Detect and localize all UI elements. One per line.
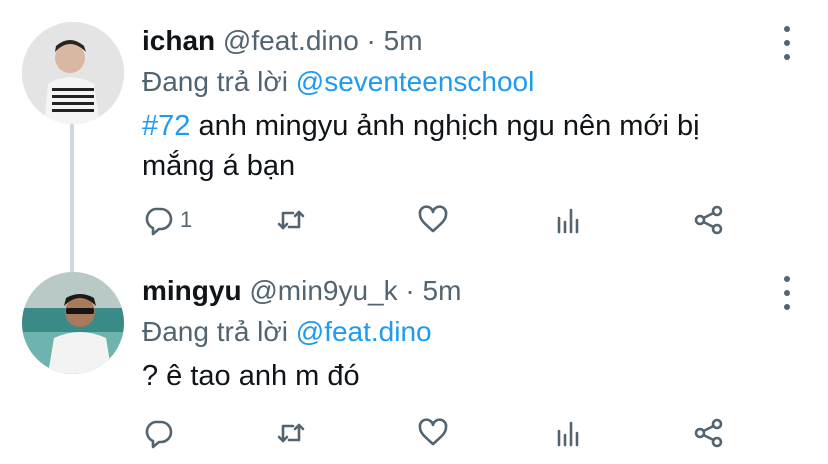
analytics-icon xyxy=(557,421,579,447)
analytics-button[interactable] xyxy=(553,200,585,240)
share-icon xyxy=(694,205,723,235)
tweet-text: #72 anh mingyu ảnh nghịch ngu nên mới bị… xyxy=(142,106,768,186)
user-handle[interactable]: @feat.dino xyxy=(223,25,359,56)
tweet-header: ichan @feat.dino · 5m xyxy=(142,24,768,58)
separator-dot: · xyxy=(366,25,376,56)
more-icon[interactable] xyxy=(780,26,794,60)
like-button[interactable] xyxy=(417,200,449,240)
retweet-icon xyxy=(277,210,305,230)
hashtag-link[interactable]: #72 xyxy=(142,110,190,142)
share-button[interactable] xyxy=(693,413,725,453)
replying-to-label: Đang trả lời xyxy=(142,316,288,347)
avatar-photo-mingyu xyxy=(22,272,124,374)
user-handle[interactable]: @min9yu_k xyxy=(249,275,397,306)
timestamp[interactable]: 5m xyxy=(384,25,423,56)
reply-button[interactable]: 1 xyxy=(142,200,192,240)
like-button[interactable] xyxy=(417,413,449,453)
heart-icon xyxy=(418,205,448,233)
tweet-actions: 1 xyxy=(142,200,742,240)
analytics-icon xyxy=(557,208,579,234)
avatar[interactable] xyxy=(22,272,124,374)
retweet-button[interactable] xyxy=(275,200,307,240)
tweet-header: mingyu @min9yu_k · 5m xyxy=(142,274,768,308)
separator-dot: · xyxy=(405,275,415,306)
timestamp[interactable]: 5m xyxy=(423,275,462,306)
replying-to: Đang trả lời @feat.dino xyxy=(142,314,768,350)
reply-icon xyxy=(145,420,173,449)
tweet-body: anh mingyu ảnh nghịch ngu nên mới bị mắn… xyxy=(142,110,700,182)
reply-icon xyxy=(145,207,173,236)
display-name[interactable]: mingyu xyxy=(142,275,242,306)
tweet-body: ? ê tao anh m đó xyxy=(142,360,360,392)
reply-count: 1 xyxy=(180,207,193,232)
tweet-text: ? ê tao anh m đó xyxy=(142,356,768,396)
replying-to-label: Đang trả lời xyxy=(142,66,288,97)
share-button[interactable] xyxy=(693,200,725,240)
retweet-icon xyxy=(277,423,305,443)
analytics-button[interactable] xyxy=(553,413,585,453)
avatar-photo-ichan xyxy=(22,22,124,124)
mention-link[interactable]: @seventeenschool xyxy=(296,66,535,97)
replying-to: Đang trả lời @seventeenschool xyxy=(142,64,768,100)
display-name[interactable]: ichan xyxy=(142,25,215,56)
tweet-ichan: ichan @feat.dino · 5m Đang trả lời @seve… xyxy=(0,0,828,250)
more-icon[interactable] xyxy=(780,276,794,310)
share-icon xyxy=(694,418,723,448)
retweet-button[interactable] xyxy=(275,413,307,453)
heart-icon xyxy=(418,418,448,446)
tweet-actions xyxy=(142,413,742,453)
tweet-mingyu: mingyu @min9yu_k · 5m Đang trả lời @feat… xyxy=(0,250,828,464)
mention-link[interactable]: @feat.dino xyxy=(296,316,432,347)
reply-button[interactable] xyxy=(142,413,174,453)
avatar[interactable] xyxy=(22,22,124,124)
